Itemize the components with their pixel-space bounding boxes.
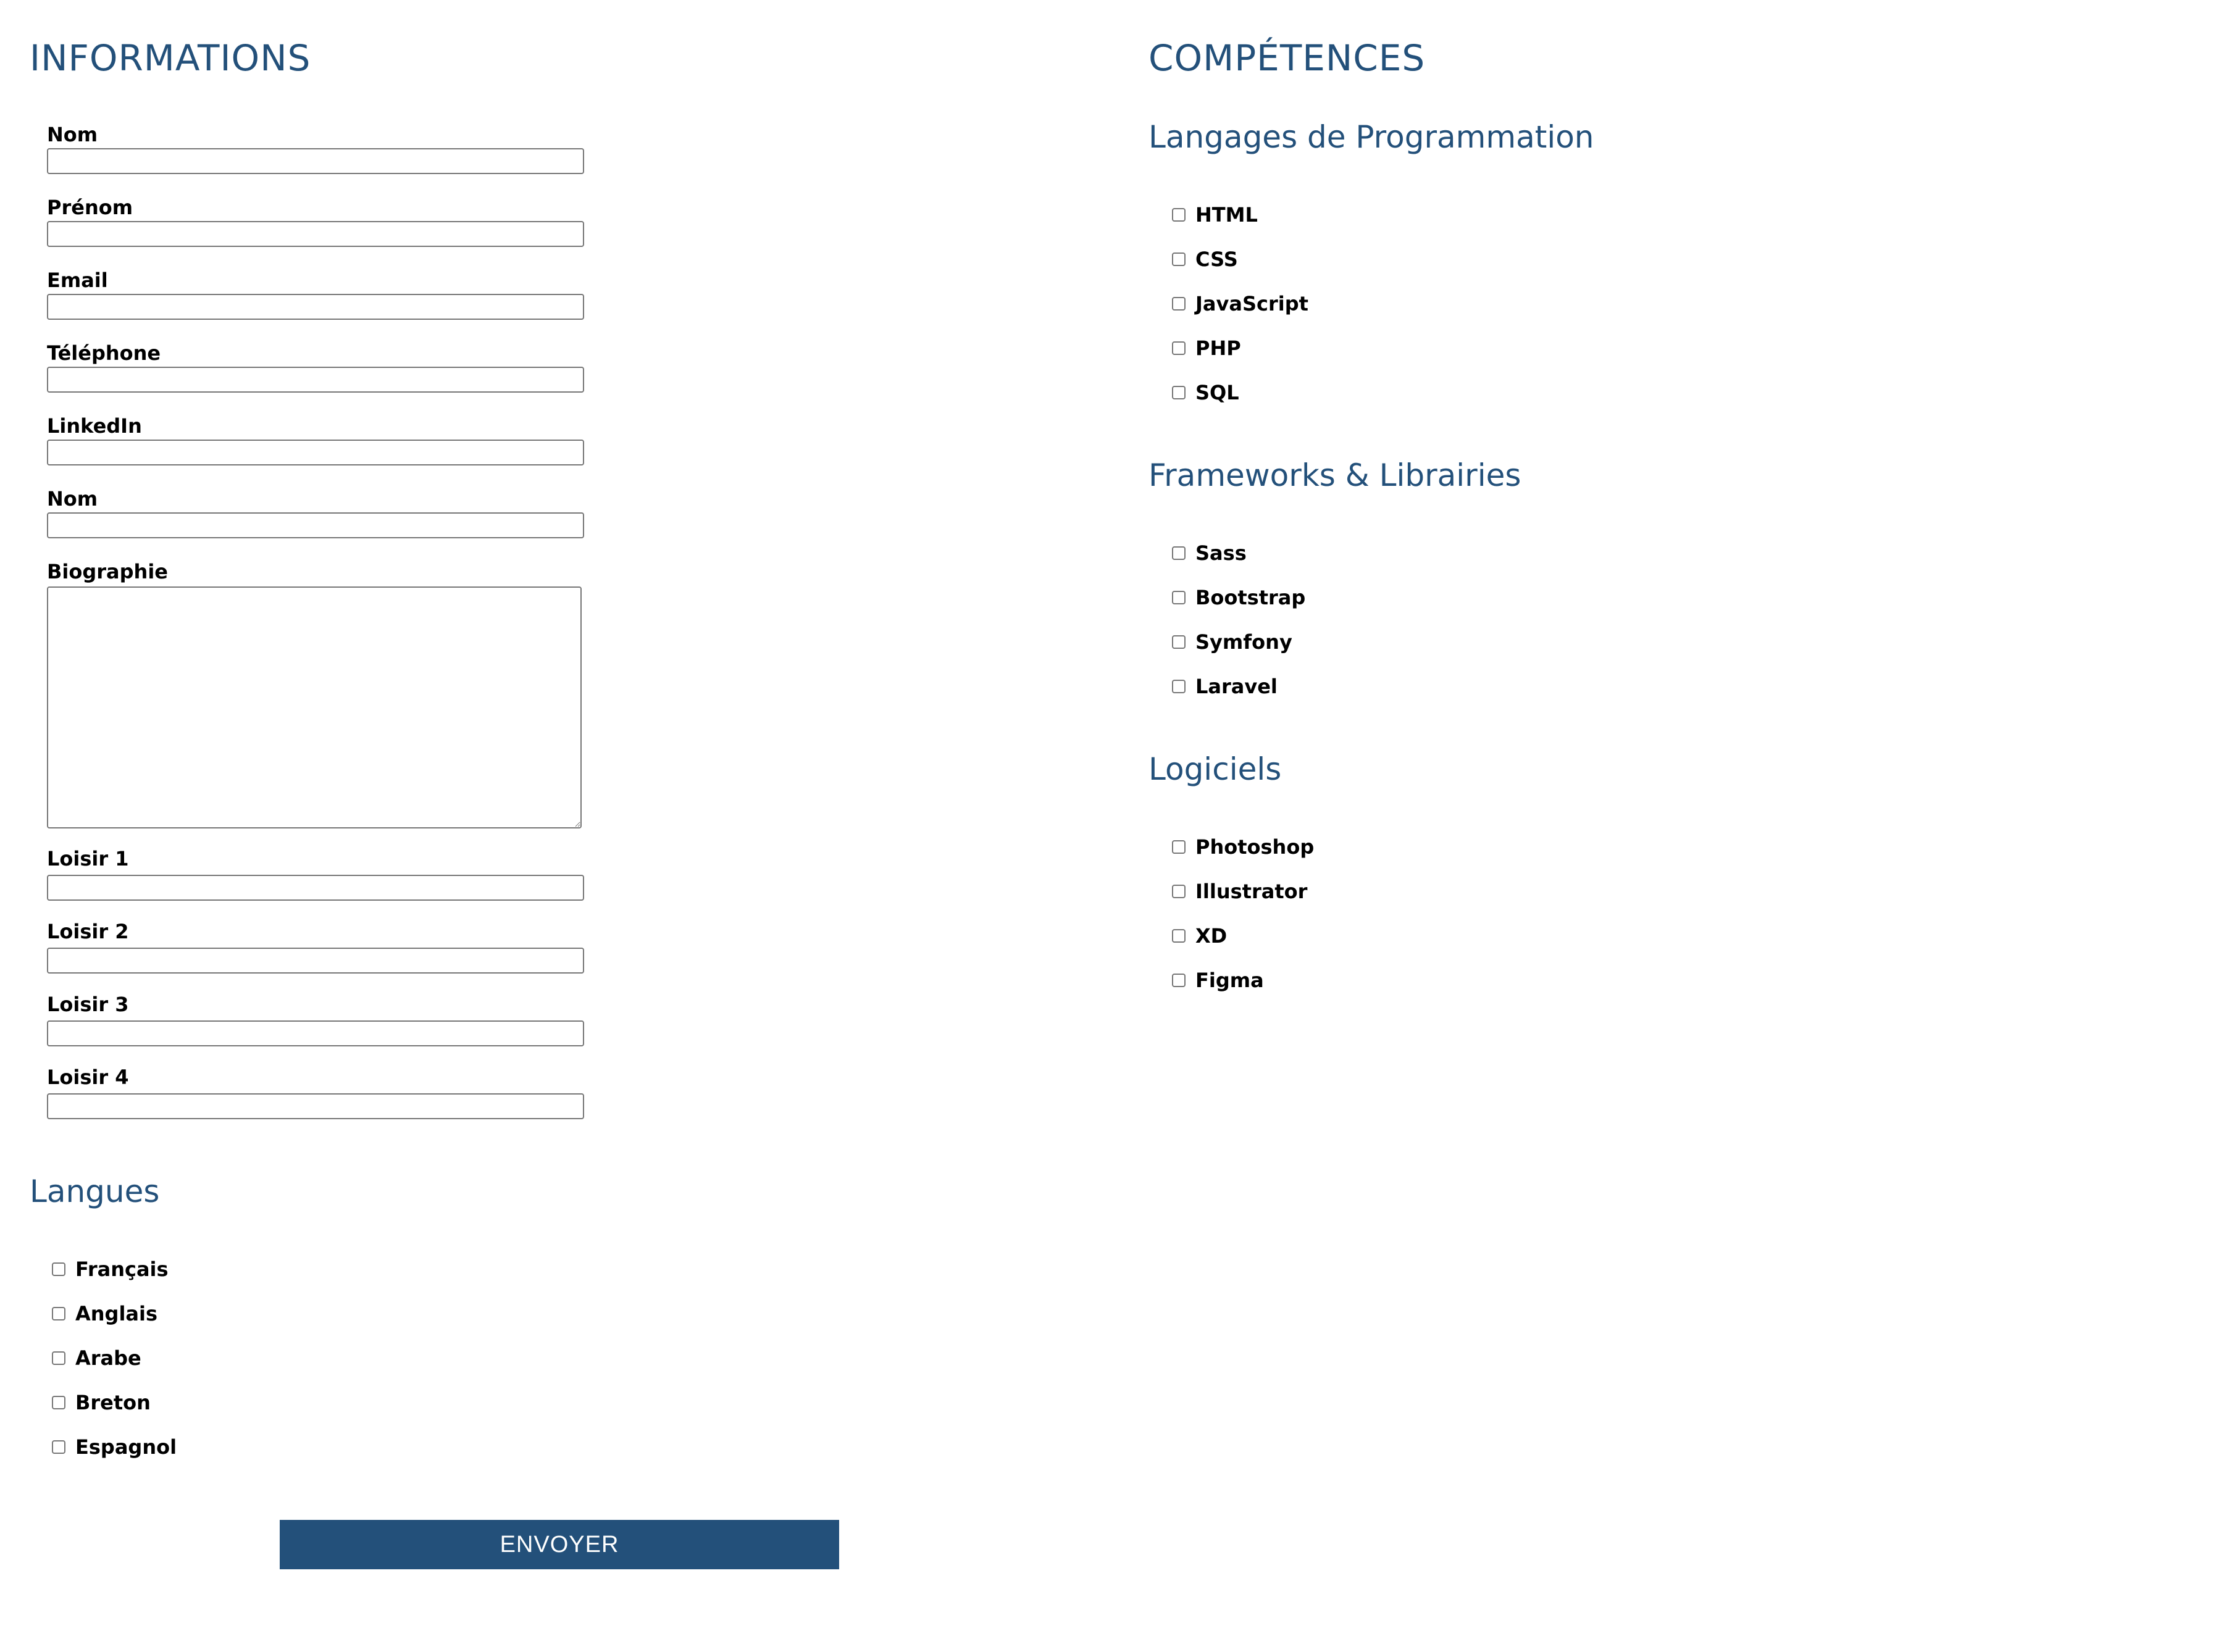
field-label-loisir-2: Loisir 2 (47, 920, 129, 943)
email-input[interactable] (47, 294, 584, 320)
checkbox-row-xd[interactable]: XD (1172, 924, 1227, 948)
checkbox-xd[interactable] (1172, 929, 1186, 943)
langues-heading: Langues (30, 1174, 160, 1209)
checkbox-row-symfony[interactable]: Symfony (1172, 630, 1292, 654)
frameworks-heading: Frameworks & Librairies (1148, 457, 1521, 493)
field-label-loisir-3: Loisir 3 (47, 993, 129, 1016)
checkbox-breton[interactable] (52, 1396, 65, 1409)
checkbox-label: PHP (1195, 336, 1241, 360)
field-label-nom: Nom (47, 123, 98, 146)
checkbox-row-css[interactable]: CSS (1172, 247, 1238, 272)
checkbox-label: Symfony (1195, 630, 1292, 654)
logiciels-heading: Logiciels (1148, 751, 1282, 787)
checkbox-label: Sass (1195, 541, 1247, 565)
langages-heading: Langages de Programmation (1148, 119, 1594, 155)
checkbox-row-espagnol[interactable]: Espagnol (52, 1435, 177, 1459)
checkbox-row-illustrator[interactable]: Illustrator (1172, 879, 1307, 904)
checkbox-label: CSS (1195, 248, 1238, 271)
checkbox-francais[interactable] (52, 1262, 65, 1276)
field-label-prenom: Prénom (47, 196, 133, 219)
biographie-textarea[interactable] (47, 586, 582, 828)
checkbox-row-html[interactable]: HTML (1172, 202, 1258, 227)
checkbox-laravel[interactable] (1172, 680, 1186, 693)
checkbox-sql[interactable] (1172, 386, 1186, 399)
telephone-input[interactable] (47, 367, 584, 393)
checkbox-row-breton[interactable]: Breton (52, 1390, 151, 1415)
checkbox-row-bootstrap[interactable]: Bootstrap (1172, 585, 1305, 610)
checkbox-css[interactable] (1172, 252, 1186, 266)
checkbox-row-figma[interactable]: Figma (1172, 968, 1264, 993)
checkbox-label: Illustrator (1195, 880, 1308, 903)
field-label-email: Email (47, 269, 108, 292)
checkbox-espagnol[interactable] (52, 1440, 65, 1454)
checkbox-label: Photoshop (1195, 835, 1315, 859)
field-label-linkedin: LinkedIn (47, 414, 142, 438)
informations-heading: INFORMATIONS (30, 37, 311, 79)
checkbox-label: Breton (75, 1391, 151, 1414)
checkbox-php[interactable] (1172, 341, 1186, 355)
checkbox-label: HTML (1195, 203, 1258, 227)
loisir-4-input[interactable] (47, 1093, 584, 1119)
cv-form-page: INFORMATIONS Nom Prénom Email Téléphone … (0, 0, 2213, 1652)
checkbox-label: Figma (1195, 969, 1264, 992)
checkbox-figma[interactable] (1172, 974, 1186, 987)
checkbox-label: JavaScript (1195, 292, 1308, 315)
envoyer-button[interactable]: ENVOYER (280, 1520, 839, 1569)
nom-input[interactable] (47, 148, 584, 174)
field-label-telephone: Téléphone (47, 341, 161, 365)
checkbox-label: SQL (1195, 381, 1239, 404)
loisir-3-input[interactable] (47, 1020, 584, 1046)
checkbox-label: Anglais (75, 1302, 158, 1325)
competences-heading: COMPÉTENCES (1148, 37, 1426, 79)
checkbox-illustrator[interactable] (1172, 885, 1186, 898)
checkbox-bootstrap[interactable] (1172, 591, 1186, 604)
checkbox-anglais[interactable] (52, 1307, 65, 1320)
checkbox-row-sass[interactable]: Sass (1172, 541, 1247, 565)
checkbox-label: Bootstrap (1195, 586, 1306, 609)
field-label-loisir-4: Loisir 4 (47, 1066, 129, 1089)
checkbox-row-photoshop[interactable]: Photoshop (1172, 835, 1314, 859)
checkbox-row-francais[interactable]: Français (52, 1257, 169, 1282)
checkbox-html[interactable] (1172, 208, 1186, 222)
nom-2-input[interactable] (47, 512, 584, 538)
loisir-2-input[interactable] (47, 948, 584, 974)
checkbox-row-javascript[interactable]: JavaScript (1172, 291, 1308, 316)
loisir-1-input[interactable] (47, 875, 584, 901)
checkbox-row-anglais[interactable]: Anglais (52, 1301, 157, 1326)
checkbox-sass[interactable] (1172, 546, 1186, 560)
checkbox-label: Laravel (1195, 675, 1278, 698)
linkedin-input[interactable] (47, 440, 584, 465)
checkbox-symfony[interactable] (1172, 635, 1186, 649)
field-label-nom-2: Nom (47, 487, 98, 511)
checkbox-row-sql[interactable]: SQL (1172, 380, 1239, 405)
checkbox-label: Français (75, 1258, 169, 1281)
checkbox-label: Espagnol (75, 1435, 177, 1459)
checkbox-label: XD (1195, 924, 1228, 948)
checkbox-javascript[interactable] (1172, 297, 1186, 311)
checkbox-label: Arabe (75, 1346, 141, 1370)
checkbox-photoshop[interactable] (1172, 840, 1186, 854)
checkbox-row-arabe[interactable]: Arabe (52, 1346, 141, 1370)
checkbox-arabe[interactable] (52, 1351, 65, 1365)
prenom-input[interactable] (47, 221, 584, 247)
field-label-loisir-1: Loisir 1 (47, 847, 129, 870)
field-label-biographie: Biographie (47, 560, 168, 583)
checkbox-row-php[interactable]: PHP (1172, 336, 1241, 361)
checkbox-row-laravel[interactable]: Laravel (1172, 674, 1278, 699)
